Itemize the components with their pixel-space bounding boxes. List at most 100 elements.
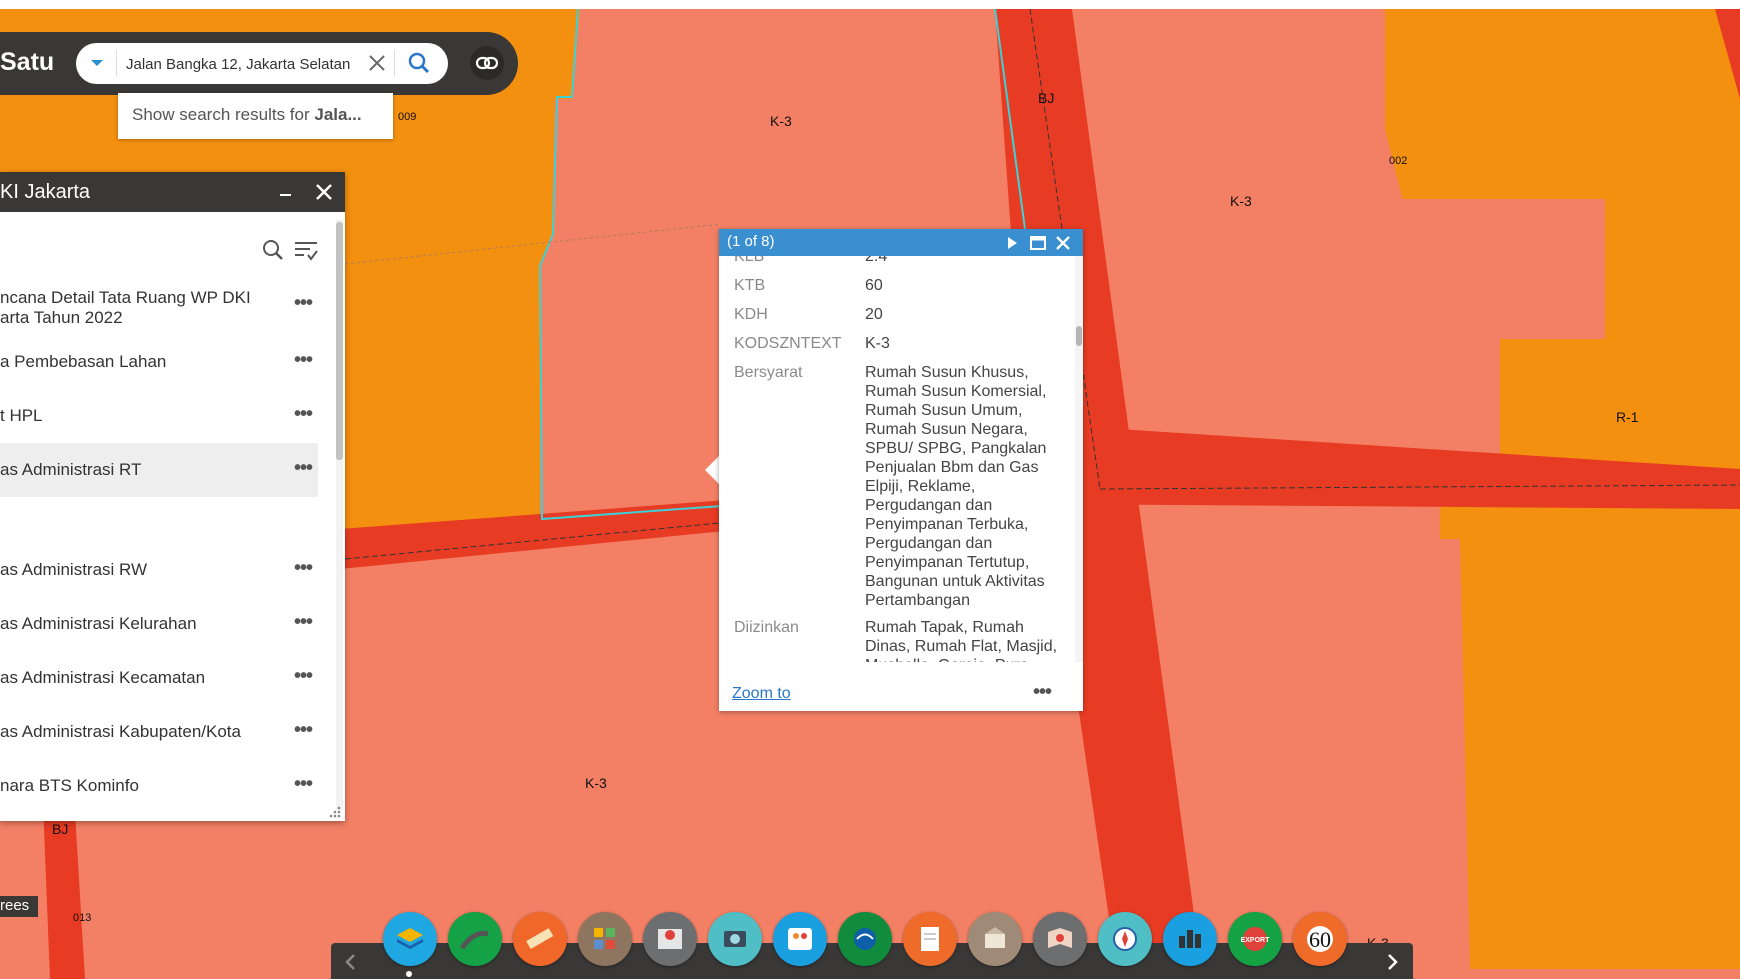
attr-value: 20 bbox=[865, 306, 883, 323]
search-divider bbox=[394, 50, 395, 77]
layer-list-panel: KI Jakarta ncana Detail Tata Ruang WP DK… bbox=[0, 172, 345, 821]
app-header: Satu bbox=[0, 32, 518, 95]
layer-item-pembebasan-lahan[interactable]: a Pembebasan Lahan ••• bbox=[0, 350, 318, 378]
page-indicator-dot bbox=[406, 971, 412, 977]
resize-handle-icon[interactable] bbox=[328, 805, 342, 819]
layer-label: as Administrasi Kelurahan bbox=[0, 614, 197, 633]
map-app: K-3 BJ K-3 002 R-1 009 K-3 BJ 013 K-3 Sa… bbox=[0, 0, 1740, 979]
zone-k3-strip bbox=[1580, 199, 1605, 339]
attr-key: KODSZNTEXT bbox=[734, 335, 842, 352]
city-widget-icon[interactable] bbox=[1163, 912, 1217, 966]
filter-list-icon[interactable] bbox=[292, 237, 320, 263]
attr-key: Bersyarat bbox=[734, 364, 803, 381]
suggestion-term: Jala... bbox=[314, 105, 362, 124]
measure-widget-icon[interactable] bbox=[513, 912, 567, 966]
feature-popup: (1 of 8) KLB 2.4 KTB 60 KDH 20 KODSZNTEX… bbox=[719, 229, 1083, 711]
panel-scrollbar-thumb[interactable] bbox=[336, 222, 343, 460]
layer-item-hpl[interactable]: t HPL ••• bbox=[0, 404, 318, 432]
legend-widget-icon[interactable] bbox=[578, 912, 632, 966]
maximize-icon[interactable] bbox=[1029, 234, 1047, 252]
map-label-bj: BJ bbox=[52, 821, 69, 837]
search-divider bbox=[116, 50, 117, 77]
close-icon[interactable] bbox=[1054, 234, 1072, 252]
more-options-icon[interactable]: ••• bbox=[290, 612, 316, 632]
more-options-icon[interactable]: ••• bbox=[290, 720, 316, 740]
layers-widget-icon[interactable] bbox=[383, 912, 437, 966]
more-options-icon[interactable]: ••• bbox=[290, 458, 316, 478]
link-icon[interactable] bbox=[470, 46, 504, 80]
location-widget-icon[interactable] bbox=[643, 912, 697, 966]
close-icon[interactable] bbox=[366, 52, 388, 74]
svg-text:EXPORT: EXPORT bbox=[1241, 937, 1271, 944]
layer-label: as Administrasi Kecamatan bbox=[0, 668, 206, 687]
map-label-k3: K-3 bbox=[770, 113, 792, 129]
popup-scrollbar-track[interactable] bbox=[1075, 256, 1083, 662]
chevron-down-icon[interactable] bbox=[86, 52, 108, 74]
map-label-parcel-009: 009 bbox=[398, 111, 417, 123]
attr-value: K-3 bbox=[865, 335, 890, 352]
sixty-widget-icon[interactable]: 60 bbox=[1293, 912, 1347, 966]
layer-label: nara BTS Kominfo bbox=[0, 776, 139, 795]
layer-label: t HPL bbox=[0, 406, 43, 425]
map-label-r1: R-1 bbox=[1616, 409, 1639, 425]
layer-item-batas-kecamatan[interactable]: as Administrasi Kecamatan ••• bbox=[0, 666, 318, 694]
export-widget-icon[interactable]: EXPORT bbox=[1228, 912, 1282, 966]
layer-item-bts-kominfo[interactable]: nara BTS Kominfo ••• bbox=[0, 774, 318, 802]
popup-scrollbar-thumb[interactable] bbox=[1076, 326, 1082, 346]
more-options-icon[interactable]: ••• bbox=[290, 774, 316, 794]
close-icon[interactable] bbox=[313, 181, 335, 203]
more-options-icon[interactable]: ••• bbox=[290, 293, 316, 313]
attr-value: 2.4 bbox=[865, 256, 888, 265]
search-box bbox=[76, 43, 448, 84]
chevron-left-icon[interactable] bbox=[339, 950, 363, 974]
globe-widget-icon[interactable] bbox=[838, 912, 892, 966]
more-options-icon[interactable]: ••• bbox=[290, 666, 316, 686]
next-feature-icon[interactable] bbox=[1003, 234, 1021, 252]
more-options-icon[interactable]: ••• bbox=[290, 558, 316, 578]
layer-item-batas-kabupaten-kota[interactable]: as Administrasi Kabupaten/Kota ••• bbox=[0, 720, 318, 748]
scale-indicator: rees bbox=[0, 896, 38, 917]
road-widget-icon[interactable] bbox=[448, 912, 502, 966]
more-options-icon[interactable]: ••• bbox=[290, 350, 316, 370]
search-icon[interactable] bbox=[260, 237, 286, 263]
search-input[interactable] bbox=[126, 52, 366, 76]
more-options-icon[interactable]: ••• bbox=[290, 404, 316, 424]
search-icon[interactable] bbox=[406, 50, 432, 76]
app-title: Satu bbox=[0, 48, 55, 76]
layer-item-rdtr[interactable]: ncana Detail Tata Ruang WP DKI arta Tahu… bbox=[0, 288, 318, 332]
layer-item-batas-kelurahan[interactable]: as Administrasi Kelurahan ••• bbox=[0, 612, 318, 640]
minimize-icon[interactable] bbox=[275, 181, 297, 203]
popup-header: (1 of 8) bbox=[719, 229, 1083, 256]
panel-header: KI Jakarta bbox=[0, 172, 345, 212]
attr-key: KDH bbox=[734, 306, 768, 323]
layer-label: as Administrasi RT bbox=[0, 460, 142, 479]
map-label-parcel-013: 013 bbox=[73, 912, 92, 924]
attr-key: Diizinkan bbox=[734, 619, 799, 636]
attr-key: KTB bbox=[734, 277, 766, 294]
layer-label: a Pembebasan Lahan bbox=[0, 352, 167, 371]
search-suggestion[interactable]: Show search results for Jala... bbox=[118, 93, 393, 139]
more-options-icon[interactable]: ••• bbox=[1033, 681, 1052, 704]
map-label-parcel-002: 002 bbox=[1389, 155, 1408, 167]
building-widget-icon[interactable] bbox=[968, 912, 1022, 966]
layer-label: as Administrasi Kabupaten/Kota bbox=[0, 722, 241, 741]
suggestion-prefix: Show search results for bbox=[132, 105, 315, 124]
people-widget-icon[interactable] bbox=[773, 912, 827, 966]
popup-feature-count: (1 of 8) bbox=[727, 233, 775, 250]
photo-widget-icon[interactable] bbox=[708, 912, 762, 966]
document-widget-icon[interactable] bbox=[903, 912, 957, 966]
layer-label: as Administrasi RW bbox=[0, 560, 148, 579]
layer-item-batas-rw[interactable]: as Administrasi RW ••• bbox=[0, 558, 318, 586]
attr-value: 60 bbox=[865, 277, 883, 294]
map-widget-icon[interactable] bbox=[1033, 912, 1087, 966]
compass-widget-icon[interactable] bbox=[1098, 912, 1152, 966]
panel-title: KI Jakarta bbox=[0, 181, 91, 203]
popup-attribute-table: KLB 2.4 KTB 60 KDH 20 KODSZNTEXT K-3 Ber… bbox=[719, 256, 1075, 662]
layer-item-batas-rt[interactable]: as Administrasi RT ••• bbox=[0, 443, 318, 497]
zoom-to-link[interactable]: Zoom to bbox=[732, 685, 791, 703]
map-label-bj: BJ bbox=[1038, 90, 1055, 106]
chevron-right-icon[interactable] bbox=[1380, 950, 1404, 974]
map-label-k3: K-3 bbox=[1230, 193, 1252, 209]
map-label-k3: K-3 bbox=[585, 775, 607, 791]
attr-value: Rumah Susun Khusus, Rumah Susun Komersia… bbox=[865, 364, 1047, 609]
